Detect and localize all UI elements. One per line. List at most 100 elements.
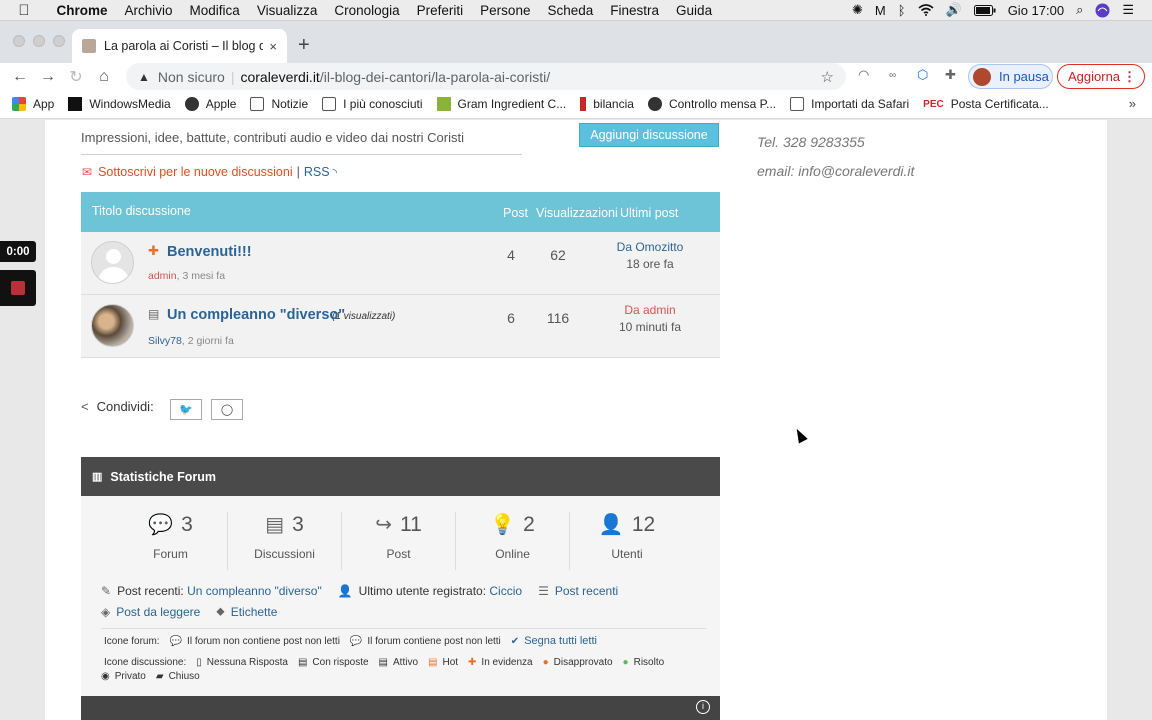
home-button[interactable]: ⌂ bbox=[90, 68, 118, 86]
whatsapp-share-button[interactable]: ◯ bbox=[211, 399, 243, 420]
profile-paused-button[interactable]: In pausa bbox=[968, 64, 1053, 89]
spotlight-search-icon[interactable]: ⌕ bbox=[1070, 2, 1089, 18]
post-count: 4 bbox=[507, 247, 515, 263]
gear-status-icon[interactable]: ✺ bbox=[846, 2, 869, 18]
security-status[interactable]: Non sicuro bbox=[158, 69, 225, 85]
stat-post: ↪ 11 Post bbox=[342, 512, 457, 570]
to-read-link[interactable]: Post da leggere bbox=[116, 605, 200, 619]
extensions-puzzle-icon[interactable]: ✚ bbox=[945, 67, 956, 83]
control-center-icon[interactable]: ☰ bbox=[1116, 2, 1140, 18]
menu-archivio[interactable]: Archivio bbox=[116, 3, 181, 18]
menu-scheda[interactable]: Scheda bbox=[539, 3, 602, 18]
stat-label: Post bbox=[386, 547, 411, 561]
address-bar[interactable]: ▲ Non sicuro | coraleverdi.it /il-blog-d… bbox=[126, 63, 846, 90]
bookmark-gram[interactable]: Gram Ingredient C... bbox=[436, 97, 566, 111]
contact-email[interactable]: email: info@coraleverdi.it bbox=[757, 163, 914, 179]
close-tab-icon[interactable]: × bbox=[269, 39, 277, 54]
wifi-icon[interactable] bbox=[912, 4, 940, 16]
minimize-window-button[interactable] bbox=[33, 35, 45, 47]
author-link[interactable]: admin bbox=[148, 270, 177, 282]
discussion-title[interactable]: Benvenuti!!! bbox=[167, 244, 252, 260]
extension-infinity-icon[interactable]: ∞ bbox=[889, 70, 896, 81]
bookmark-controllo-mensa[interactable]: Controllo mensa P... bbox=[647, 97, 776, 111]
eye-slash-icon: ◉ bbox=[101, 671, 110, 682]
menu-cronologia[interactable]: Cronologia bbox=[326, 3, 408, 18]
recording-timer: 0:00 bbox=[0, 241, 36, 262]
clock[interactable]: Gio 17:00 bbox=[1002, 3, 1070, 18]
post-age: , 3 mesi fa bbox=[176, 270, 226, 282]
topic-icons-legend-2: ◉ Privato ▰ Chiuso bbox=[101, 671, 210, 682]
share-row: < Condividi: bbox=[81, 399, 154, 414]
menu-app-name[interactable]: Chrome bbox=[48, 3, 116, 18]
zoom-window-button[interactable] bbox=[53, 35, 65, 47]
recent-post-link[interactable]: Un compleanno "diverso" bbox=[187, 584, 322, 598]
last-post-by[interactable]: Da admin bbox=[601, 303, 699, 317]
subscribe-link[interactable]: Sottoscrivi per le nuove discussioni bbox=[98, 165, 293, 179]
bookmark-piu-conosciuti[interactable]: I più conosciuti bbox=[322, 97, 423, 111]
rss-link[interactable]: RSS bbox=[304, 165, 330, 179]
menu-guida[interactable]: Guida bbox=[668, 3, 721, 18]
bookmark-bilancia[interactable]: bilancia bbox=[580, 97, 634, 111]
header-posts: Post bbox=[503, 206, 529, 220]
warning-icon[interactable]: ▲ bbox=[138, 70, 150, 84]
menu-finestra[interactable]: Finestra bbox=[602, 3, 668, 18]
recent-posts-link[interactable]: Post recenti bbox=[555, 584, 618, 598]
url-path[interactable]: /il-blog-dei-cantori/la-parola-ai-corist… bbox=[320, 69, 550, 85]
add-discussion-button[interactable]: Aggiungi discussione bbox=[579, 123, 719, 147]
malwarebytes-icon[interactable]: M bbox=[869, 3, 892, 18]
comments-icon: 💬 bbox=[169, 635, 183, 647]
rss-icon[interactable]: ◝ bbox=[333, 166, 337, 179]
author-link[interactable]: Silvy78 bbox=[148, 335, 182, 347]
mark-all-read-link[interactable]: Segna tutti letti bbox=[524, 635, 597, 647]
stop-recording-button[interactable] bbox=[0, 270, 36, 306]
bookmark-posta-certificata[interactable]: PEC Posta Certificata... bbox=[923, 97, 1049, 111]
tag-icon: ⬥ bbox=[216, 604, 225, 618]
site-favicon bbox=[82, 39, 96, 53]
active-tab[interactable]: La parola ai Coristi – Il blog dei × bbox=[72, 29, 287, 63]
globe-icon bbox=[184, 97, 199, 111]
forward-button[interactable]: → bbox=[34, 68, 62, 86]
avatar[interactable] bbox=[91, 304, 134, 347]
contact-phone: Tel. 328 9283355 bbox=[757, 134, 865, 150]
apple-menu-icon[interactable]:  bbox=[0, 2, 48, 19]
menu-preferiti[interactable]: Preferiti bbox=[408, 3, 472, 18]
bookmark-apple[interactable]: Apple bbox=[184, 97, 236, 111]
menu-visualizza[interactable]: Visualizza bbox=[248, 3, 326, 18]
stat-label: Discussioni bbox=[254, 547, 315, 561]
reload-button[interactable]: ↻ bbox=[62, 67, 90, 87]
twitter-share-button[interactable]: 🐦 bbox=[170, 399, 202, 420]
bookmark-windowsmedia[interactable]: WindowsMedia bbox=[68, 97, 171, 111]
bluetooth-icon[interactable]: ᛒ bbox=[892, 3, 912, 18]
stat-label: Utenti bbox=[611, 547, 643, 561]
bookmark-app[interactable]: App bbox=[12, 97, 54, 111]
last-post-by[interactable]: Da Omozitto bbox=[601, 240, 699, 254]
url-domain[interactable]: coraleverdi.it bbox=[240, 69, 319, 85]
extension-share-icon[interactable]: ⬡ bbox=[917, 67, 928, 83]
menu-persone[interactable]: Persone bbox=[472, 3, 539, 18]
stat-utenti: 👤 12 Utenti bbox=[570, 512, 684, 570]
new-tab-button[interactable]: + bbox=[298, 34, 310, 57]
close-window-button[interactable] bbox=[13, 35, 25, 47]
more-menu-icon[interactable]: ⋮ bbox=[1123, 69, 1136, 85]
bookmark-importati-safari[interactable]: Importati da Safari bbox=[790, 97, 909, 111]
stat-value: 3 bbox=[181, 512, 193, 536]
avatar[interactable] bbox=[91, 241, 134, 284]
discussion-title[interactable]: Un compleanno "diverso" bbox=[167, 307, 345, 323]
siri-icon[interactable] bbox=[1089, 3, 1116, 18]
file-text-icon: ▤ bbox=[297, 657, 308, 668]
stats-title: Statistiche Forum bbox=[110, 469, 216, 484]
back-button[interactable]: ← bbox=[6, 68, 34, 86]
bookmark-notizie[interactable]: Notizie bbox=[250, 97, 308, 111]
extension-rainbow-icon[interactable]: ◠ bbox=[858, 67, 869, 83]
volume-icon[interactable]: 🔊 bbox=[940, 2, 968, 18]
tags-link[interactable]: Etichette bbox=[231, 605, 278, 619]
last-user-link[interactable]: Ciccio bbox=[489, 584, 522, 598]
battery-icon[interactable] bbox=[968, 4, 1002, 16]
update-chrome-button[interactable]: Aggiorna ⋮ bbox=[1057, 64, 1145, 89]
bookmarks-overflow-icon[interactable]: » bbox=[1129, 96, 1136, 111]
menu-modifica[interactable]: Modifica bbox=[181, 3, 248, 18]
gram-icon bbox=[436, 97, 451, 111]
bookmark-star-icon[interactable]: ☆ bbox=[821, 68, 834, 86]
info-icon[interactable]: i bbox=[696, 700, 710, 714]
legend-item: In evidenza bbox=[481, 657, 533, 668]
